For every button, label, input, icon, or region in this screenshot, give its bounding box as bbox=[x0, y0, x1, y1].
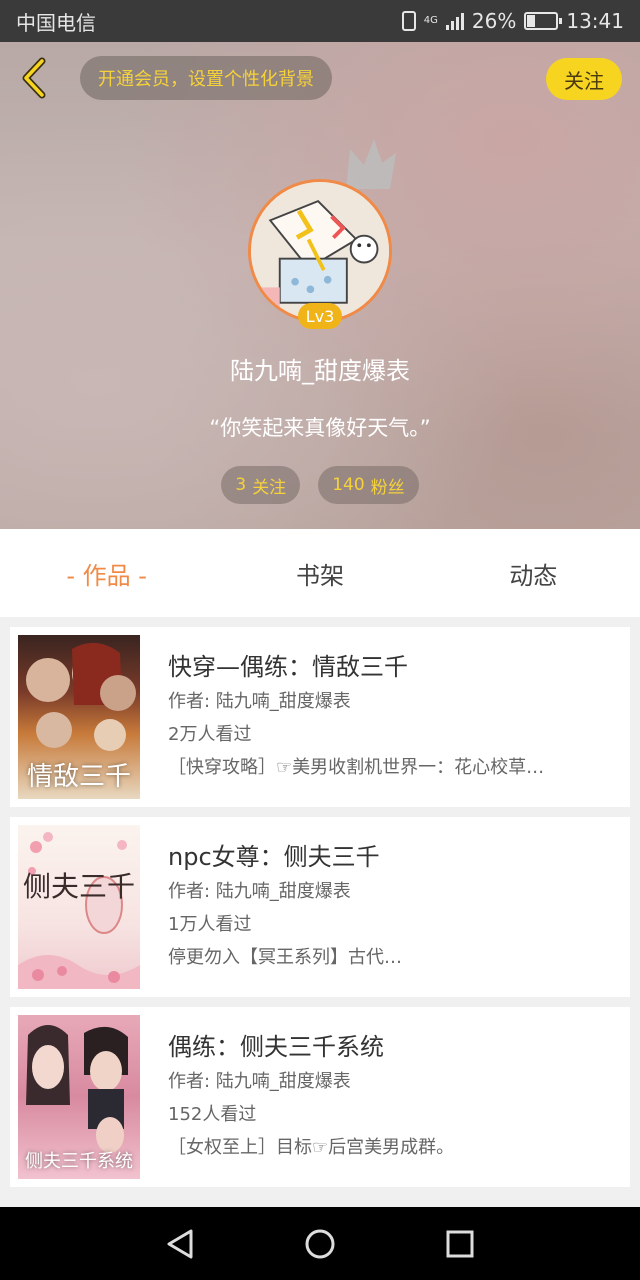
tab-works[interactable]: - 作品 - bbox=[0, 529, 213, 617]
book-info: 快穿—偶练：情敌三千 作者: 陆九喃_甜度爆表 2万人看过 ［快穿攻略］☞美男收… bbox=[168, 649, 620, 784]
book-views: 1万人看过 bbox=[168, 914, 252, 935]
profile-header: 开通会员，设置个性化背景 关注 Lv3 陆九喃_甜度爆表 “你笑起来真像好天气。… bbox=[0, 42, 640, 529]
book-views: 152人看过 bbox=[168, 1104, 257, 1125]
book-description: ［女权至上］目标☞后宫美男成群。 bbox=[168, 1137, 455, 1158]
fans-pill[interactable]: 140 粉丝 bbox=[318, 466, 419, 504]
system-nav-bar bbox=[0, 1207, 640, 1280]
following-count: 3 bbox=[235, 475, 247, 495]
book-title[interactable]: 偶练：侧夫三千系统 bbox=[168, 1029, 620, 1065]
book-description: 停更勿入【冥王系列】古代… bbox=[168, 947, 402, 968]
nav-recents-button[interactable] bbox=[440, 1224, 480, 1264]
triangle-back-icon bbox=[167, 1229, 193, 1258]
back-arrow-icon bbox=[22, 57, 46, 99]
book-card[interactable]: 情敌三千 快穿—偶练：情敌三千 作者: 陆九喃_甜度爆表 2万人看过 ［快穿攻略… bbox=[10, 627, 630, 807]
tab-bookshelf[interactable]: 书架 bbox=[213, 529, 426, 617]
fans-label: 粉丝 bbox=[370, 477, 405, 498]
level-badge: Lv3 bbox=[298, 303, 342, 329]
nav-back-button[interactable] bbox=[160, 1224, 200, 1264]
cover-title: 侧夫三千 bbox=[22, 870, 135, 903]
battery-percent: 26% bbox=[471, 9, 517, 33]
network-label: 4G bbox=[423, 15, 438, 26]
book-author: 作者: 陆九喃_甜度爆表 bbox=[168, 691, 351, 712]
nav-home-button[interactable] bbox=[300, 1224, 340, 1264]
vibrate-icon bbox=[401, 11, 416, 31]
stats-row: 3 关注 140 粉丝 bbox=[0, 466, 640, 504]
fans-count: 140 bbox=[332, 475, 365, 495]
username: 陆九喃_甜度爆表 bbox=[230, 357, 410, 385]
following-label: 关注 bbox=[252, 477, 287, 498]
tab-bar: - 作品 - 书架 动态 bbox=[0, 529, 640, 617]
battery-fill bbox=[527, 15, 535, 27]
tab-activity[interactable]: 动态 bbox=[427, 529, 640, 617]
motto: “你笑起来真像好天气。” bbox=[209, 416, 431, 440]
vip-background-pill[interactable]: 开通会员，设置个性化背景 bbox=[80, 56, 332, 100]
circle-home-icon bbox=[305, 1229, 335, 1258]
signal-icon bbox=[445, 12, 464, 30]
book-info: 偶练：侧夫三千系统 作者: 陆九喃_甜度爆表 152人看过 ［女权至上］目标☞后… bbox=[168, 1029, 620, 1164]
clock: 13:41 bbox=[566, 9, 624, 33]
book-title[interactable]: 快穿—偶练：情敌三千 bbox=[168, 649, 620, 685]
cover-title: 情敌三千 bbox=[26, 762, 131, 792]
avatar[interactable] bbox=[248, 179, 392, 323]
book-cover[interactable]: 侧夫三千 bbox=[18, 825, 140, 989]
square-recents-icon bbox=[446, 1230, 474, 1257]
book-list: 情敌三千 快穿—偶练：情敌三千 作者: 陆九喃_甜度爆表 2万人看过 ［快穿攻略… bbox=[0, 617, 640, 1207]
avatar-illustration bbox=[251, 182, 389, 320]
cover-title: 侧夫三千系统 bbox=[25, 1151, 133, 1172]
following-pill[interactable]: 3 关注 bbox=[221, 466, 301, 504]
book-views: 2万人看过 bbox=[168, 724, 252, 745]
avatar-group[interactable]: Lv3 bbox=[248, 139, 396, 329]
book-author: 作者: 陆九喃_甜度爆表 bbox=[168, 1071, 351, 1092]
book-cover[interactable]: 情敌三千 bbox=[18, 635, 140, 799]
book-title[interactable]: npc女尊：侧夫三千 bbox=[168, 839, 620, 875]
book-info: npc女尊：侧夫三千 作者: 陆九喃_甜度爆表 1万人看过 停更勿入【冥王系列】… bbox=[168, 839, 620, 974]
book-author: 作者: 陆九喃_甜度爆表 bbox=[168, 881, 351, 902]
book-card[interactable]: 侧夫三千 npc女尊：侧夫三千 作者: 陆九喃_甜度爆表 1万人看过 停更勿入【… bbox=[10, 817, 630, 997]
status-bar: 中国电信 4G 26% 13:41 bbox=[0, 0, 640, 42]
follow-button[interactable]: 关注 bbox=[546, 58, 622, 100]
book-card[interactable]: 侧夫三千系统 偶练：侧夫三千系统 作者: 陆九喃_甜度爆表 152人看过 ［女权… bbox=[10, 1007, 630, 1187]
back-button[interactable] bbox=[14, 56, 54, 100]
status-icons: 4G 26% 13:41 bbox=[401, 9, 624, 33]
cover-art bbox=[18, 832, 140, 989]
carrier-label: 中国电信 bbox=[16, 10, 96, 35]
battery-icon bbox=[524, 12, 563, 30]
book-cover[interactable]: 侧夫三千系统 bbox=[18, 1015, 140, 1179]
book-description: ［快穿攻略］☞美男收割机世界一：花心校草… bbox=[168, 757, 545, 778]
